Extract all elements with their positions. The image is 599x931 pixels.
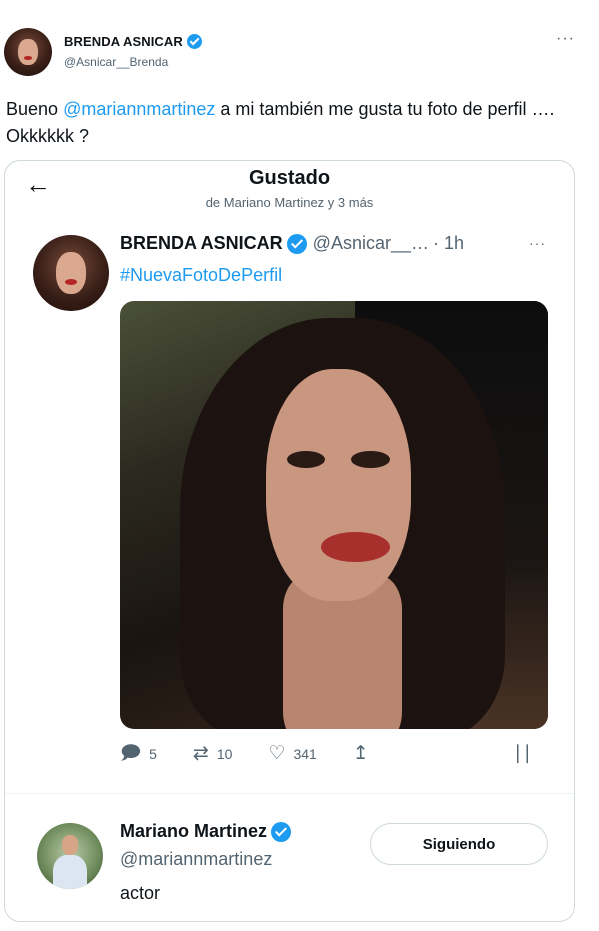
reply-icon: 🗩 <box>120 743 142 764</box>
tweet-text: Bueno @mariannmartinez a mi también me g… <box>6 96 566 150</box>
tweet-text-start: Bueno <box>6 99 64 119</box>
inner-author-handle[interactable]: @Asnicar__… <box>313 233 429 254</box>
retweet-count: 10 <box>216 746 233 762</box>
mention-link[interactable]: @mariannmartinez <box>63 99 215 119</box>
like-count: 341 <box>293 746 317 762</box>
outer-tweet-header: BRENDA ASNICAR @Asnicar__Brenda ··· <box>0 0 599 80</box>
liked-screenshot-card: ← Gustado de Mariano Martinez y 3 más BR… <box>4 160 575 922</box>
tweet-actions: 🗩 5 ⇄ 10 ♡ 341 ↥ ∣∣ <box>120 739 550 769</box>
profile-avatar[interactable] <box>37 823 103 889</box>
verified-badge-icon <box>286 233 307 254</box>
like-button[interactable]: ♡ 341 <box>268 744 316 764</box>
following-button[interactable]: Siguiendo <box>370 823 548 865</box>
profile-bio: actor <box>120 883 161 903</box>
card-header: ← Gustado de Mariano Martinez y 3 más <box>5 161 574 221</box>
share-icon: ↥ <box>352 743 369 764</box>
tweet-photo[interactable] <box>120 301 548 729</box>
retweet-icon: ⇄ <box>192 743 209 764</box>
divider <box>5 793 574 794</box>
author-name-row[interactable]: BRENDA ASNICAR <box>64 34 202 49</box>
tweet-time[interactable]: · 1h <box>433 233 464 254</box>
author-name[interactable]: BRENDA ASNICAR <box>64 34 183 49</box>
verified-badge-icon <box>271 821 292 842</box>
inner-author-row: BRENDA ASNICAR @Asnicar__… · 1h <box>120 233 464 254</box>
reply-count: 5 <box>149 746 157 762</box>
more-dots-icon[interactable]: ··· <box>529 235 546 251</box>
card-subtitle: de Mariano Martinez y 3 más <box>205 195 374 210</box>
author-avatar[interactable] <box>4 28 52 76</box>
verified-badge-icon <box>186 34 202 49</box>
inner-author-name[interactable]: BRENDA ASNICAR <box>120 233 283 254</box>
profile-handle[interactable]: @mariannmartinez <box>120 849 272 870</box>
share-button[interactable]: ↥ <box>353 744 377 764</box>
more-dots-icon[interactable]: ··· <box>556 30 575 48</box>
profile-name[interactable]: Mariano Martinez <box>120 821 267 842</box>
heart-icon: ♡ <box>268 743 286 764</box>
inner-author-avatar[interactable] <box>33 235 109 311</box>
card-title: Gustado <box>248 167 331 189</box>
retweet-button[interactable]: ⇄ 10 <box>193 744 233 764</box>
analytics-icon: ∣∣ <box>513 743 532 764</box>
profile-name-row[interactable]: Mariano Martinez <box>120 821 292 842</box>
author-handle[interactable]: @Asnicar__Brenda <box>64 55 168 69</box>
analytics-button[interactable]: ∣∣ <box>513 744 540 764</box>
hashtag-link[interactable]: #NuevaFotoDePerfil <box>120 265 282 286</box>
reply-button[interactable]: 🗩 5 <box>120 744 157 764</box>
